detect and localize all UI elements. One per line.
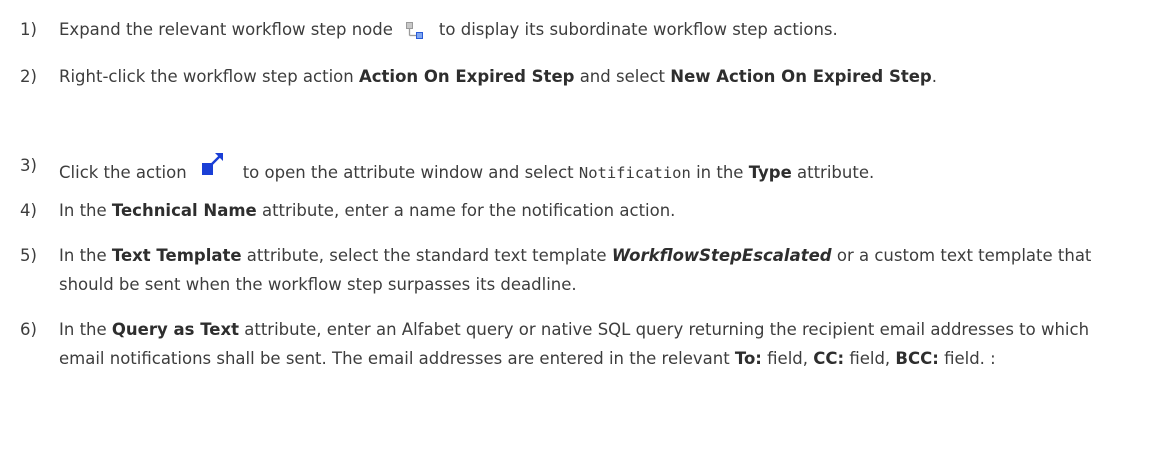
step-number: 2) <box>20 67 37 86</box>
step-text: Click the action <box>59 163 187 182</box>
step-text: . <box>931 67 937 86</box>
step-number: 4) <box>20 201 37 220</box>
step-number: 6) <box>20 320 37 339</box>
step-text: attribute. <box>791 163 875 182</box>
step-text: attribute, enter a name for the notifica… <box>256 201 676 220</box>
step-text: and select <box>574 67 671 86</box>
code-value: Notification <box>578 164 691 182</box>
workflow-step-node-icon <box>405 21 425 41</box>
ui-term: Technical Name <box>111 201 257 220</box>
step-4: 4) In the Technical Name attribute, ente… <box>0 196 1139 225</box>
step-text: field, <box>761 349 814 368</box>
step-text: In the <box>59 246 112 265</box>
ui-term: Type <box>748 163 792 182</box>
field-name: To: <box>734 349 762 368</box>
field-name: CC: <box>813 349 845 368</box>
step-2: 2) Right-click the workflow step action … <box>0 62 1139 91</box>
ui-term: Query as Text <box>111 320 239 339</box>
step-text: In the <box>59 201 112 220</box>
step-text: in the <box>690 163 749 182</box>
ui-term: Action On Expired Step <box>358 67 575 86</box>
step-text: attribute, select the standard text temp… <box>241 246 612 265</box>
step-number: 1) <box>20 20 37 39</box>
step-text: field, <box>844 349 896 368</box>
step-number: 3) <box>20 156 37 175</box>
step-3: 3) Click the action to open the attribut… <box>0 151 1149 188</box>
action-edit-icon <box>199 151 225 181</box>
step-text: Right-click the workflow step action <box>59 67 359 86</box>
field-name: BCC: <box>895 349 939 368</box>
template-name: WorkflowStepEscalated <box>611 246 832 265</box>
step-text: to display its subordinate workflow step… <box>438 20 838 39</box>
step-1: 1) Expand the relevant workflow step nod… <box>0 15 1139 44</box>
step-number: 5) <box>20 246 37 265</box>
step-text: field. : <box>938 349 996 368</box>
step-6: 6) In the Query as Text attribute, enter… <box>0 315 1129 373</box>
step-5: 5) In the Text Template attribute, selec… <box>0 241 1119 299</box>
ui-term: Text Template <box>111 246 242 265</box>
ui-term: New Action On Expired Step <box>670 67 932 86</box>
step-text: to open the attribute window and select <box>242 163 579 182</box>
step-text: Expand the relevant workflow step node <box>59 20 393 39</box>
step-text: In the <box>59 320 112 339</box>
